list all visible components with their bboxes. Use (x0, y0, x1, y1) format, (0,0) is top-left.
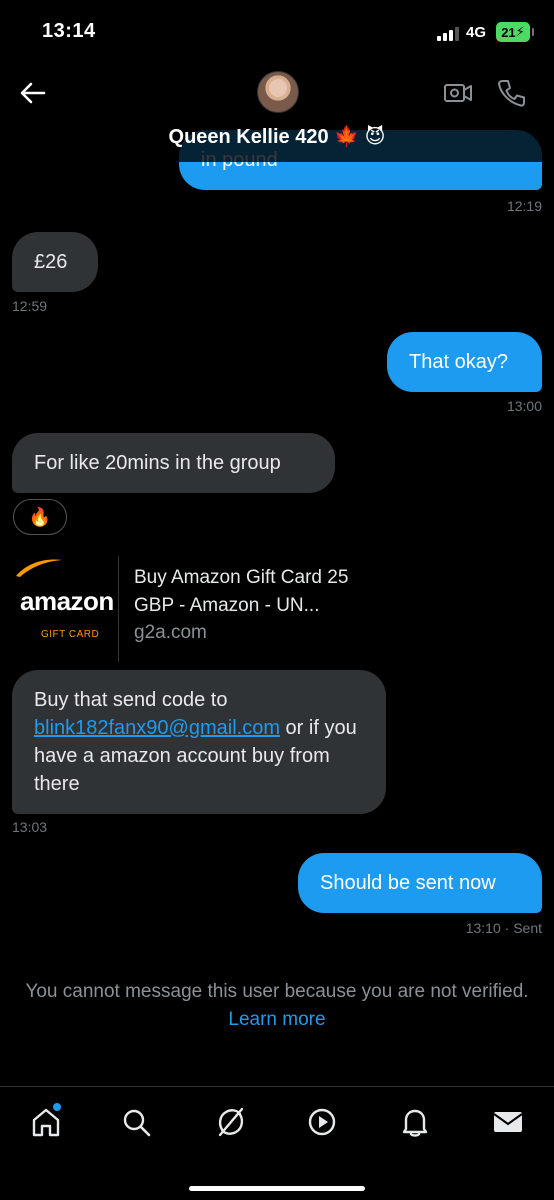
message-timestamp: 13:00 (506, 398, 542, 414)
chat-header: Queen Kellie 420 🍁 😈 (0, 60, 554, 162)
home-indicator (189, 1186, 365, 1191)
bottom-tab-bar (0, 1086, 554, 1200)
message-text: That okay? (409, 351, 508, 373)
link-card-title[interactable]: Buy Amazon Gift Card 25 GBP - Amazon - U… (134, 564, 384, 620)
email-link[interactable]: blink182fanx90@gmail.com (34, 717, 280, 739)
network-label: 4G (466, 24, 487, 41)
message-text: For like 20mins in the group (34, 452, 281, 474)
search-icon[interactable] (119, 1105, 153, 1139)
grok-icon[interactable] (214, 1105, 248, 1139)
contact-name[interactable]: Queen Kellie 420 🍁 😈 (0, 124, 554, 149)
learn-more-link[interactable]: Learn more (228, 1009, 325, 1030)
reaction-emoji: 🔥 (28, 506, 52, 527)
message-bubble-outgoing[interactable]: Should be sent now (298, 853, 542, 913)
contact-avatar[interactable] (257, 71, 299, 113)
envelope-icon[interactable] (491, 1105, 525, 1139)
link-card-domain: g2a.com (134, 622, 207, 643)
message-bubble-incoming[interactable]: Buy that send code to blink182fanx90@gma… (12, 670, 386, 814)
message-bubble-incoming[interactable]: For like 20mins in the group (12, 433, 335, 493)
amazon-logo-subtext: GIFT CARD (41, 629, 100, 640)
message-timestamp: 12:19 (506, 198, 542, 214)
phone-call-icon[interactable] (497, 78, 525, 108)
card-divider (118, 556, 119, 662)
status-time: 13:14 (42, 20, 96, 42)
message-status: 13:10 · Sent (466, 920, 542, 936)
message-text: Should be sent now (320, 872, 496, 894)
battery-level: 21 (501, 24, 516, 40)
bell-icon[interactable] (398, 1105, 432, 1139)
sent-status: · Sent (504, 920, 542, 936)
play-icon[interactable] (305, 1105, 339, 1139)
message-bubble-incoming[interactable]: £26 (12, 232, 98, 292)
back-arrow-icon[interactable] (18, 78, 48, 108)
link-preview-card[interactable]: amazon GIFT CARD Buy Amazon Gift Card 25… (12, 556, 392, 662)
message-timestamp: 13:10 (465, 920, 501, 936)
notice-text: You cannot message this user because you… (25, 981, 529, 1002)
cannot-message-notice: You cannot message this user because you… (20, 978, 534, 1034)
message-text-before: Buy that send code to (34, 689, 228, 711)
video-call-icon[interactable] (443, 78, 473, 108)
message-timestamp: 13:03 (12, 819, 48, 835)
amazon-gift-card-logo: amazon GIFT CARD (12, 556, 114, 662)
signal-icon (437, 27, 459, 41)
message-text: £26 (34, 251, 68, 273)
fire-reaction[interactable]: 🔥 (13, 499, 67, 535)
message-bubble-outgoing[interactable]: That okay? (387, 332, 542, 392)
home-notification-dot (53, 1103, 61, 1111)
message-timestamp: 12:59 (12, 298, 48, 314)
battery-icon: 21 ⚡ (496, 22, 534, 42)
amazon-logo-text: amazon (20, 586, 114, 616)
amazon-swoosh-icon (16, 559, 62, 577)
